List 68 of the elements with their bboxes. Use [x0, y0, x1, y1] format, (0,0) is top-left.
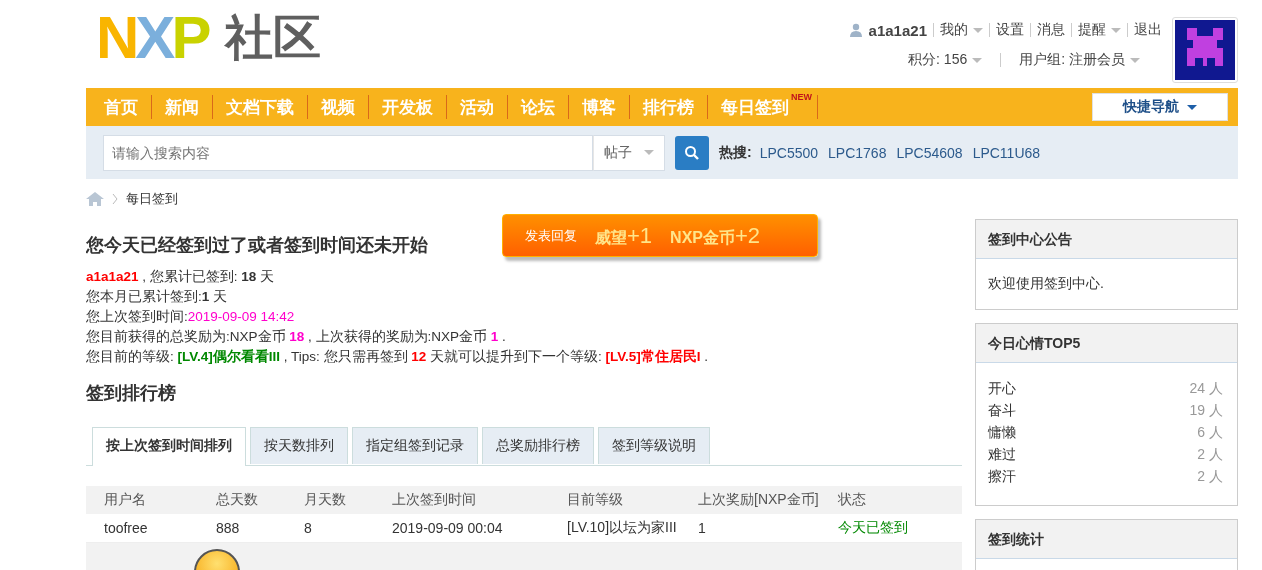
sign-in-stat-line: a1a1a21 , 您累计已签到: 18 天	[86, 268, 276, 286]
quick-nav-button[interactable]: 快捷导航	[1092, 93, 1228, 121]
hot-search-link[interactable]: LPC5500	[759, 144, 819, 161]
notice-text: 欢迎使用签到中心.	[988, 275, 1105, 293]
user-menu-link[interactable]: 提醒	[1078, 21, 1106, 39]
search-scope-dropdown[interactable]: 帖子	[593, 134, 665, 171]
card-title: 签到统计	[976, 520, 1237, 559]
home-icon[interactable]	[86, 192, 104, 206]
card-title: 签到中心公告	[976, 220, 1237, 259]
chevron-icon	[112, 193, 118, 205]
logo-text: 社区	[225, 10, 322, 66]
search-field[interactable]: 请输入搜索内容	[103, 134, 593, 171]
credits-link[interactable]: 积分: 156	[908, 51, 983, 69]
ranking-tab[interactable]: 指定组签到记录	[352, 427, 478, 464]
mood-name: 慵懒	[988, 423, 1016, 442]
table-cell: toofree	[86, 514, 216, 543]
caret-icon[interactable]	[1111, 27, 1121, 33]
table-cell: 8	[304, 514, 392, 543]
mood-count: 6 人	[1197, 423, 1223, 442]
user-menu-link[interactable]: 退出	[1134, 21, 1162, 39]
column-header: 上次签到时间	[392, 486, 567, 514]
column-header: 上次奖励[NXP金币]	[698, 486, 838, 514]
breadcrumb-current: 每日签到	[126, 190, 178, 208]
user-group-link[interactable]: 用户组: 注册会员	[1019, 51, 1140, 69]
table-cell: 2019-09-09 00:04	[392, 514, 567, 543]
mood-count: 2 人	[1197, 467, 1223, 486]
mood-count: 2 人	[1197, 445, 1223, 464]
column-header: 状态	[838, 486, 962, 514]
user-menu-link[interactable]: 消息	[1037, 21, 1065, 39]
ranking-tab[interactable]: 按天数排列	[250, 427, 348, 464]
sign-in-stat-line: 您上次签到时间:2019-09-09 14:42	[86, 308, 296, 326]
table-cell: [LV.10]以坛为家III	[567, 514, 698, 543]
mood-name: 擦汗	[988, 467, 1016, 486]
sign-in-stat-line: 您目前获得的总奖励为:NXP金币 18 , 上次获得的奖励为:NXP金币 1 .	[86, 328, 507, 346]
table-cell: 888	[216, 514, 304, 543]
sign-in-stat-line: 您本月已累计签到:1 天	[86, 288, 229, 306]
user-menu-link[interactable]: 设置	[996, 21, 1024, 39]
mood-count: 19 人	[1189, 401, 1223, 420]
search-icon	[684, 144, 700, 161]
hot-search-link[interactable]: LPC54608	[896, 144, 963, 161]
hot-search-link[interactable]: LPC1768	[828, 144, 887, 161]
user-icon	[848, 23, 863, 37]
column-header: 用户名	[86, 486, 216, 514]
ranking-tab[interactable]: 签到等级说明	[598, 427, 710, 464]
card-title: 今日心情TOP5	[976, 324, 1237, 363]
column-header: 总天数	[216, 486, 304, 514]
hot-search-label: 热搜:	[719, 143, 752, 162]
mood-name: 开心	[988, 379, 1016, 398]
mood-name: 奋斗	[988, 401, 1016, 420]
username-link[interactable]: a1a1a21	[868, 21, 927, 39]
user-menu-link[interactable]: 我的	[940, 21, 968, 39]
ranking-title: 签到排行榜	[86, 382, 177, 405]
table-cell: 1	[698, 514, 838, 543]
status-title: 您今天已经签到过了或者签到时间还未开始	[86, 234, 428, 257]
column-header: 月天数	[304, 486, 392, 514]
caret-icon[interactable]	[973, 27, 983, 33]
search-button[interactable]	[675, 135, 709, 170]
new-label: NEW	[791, 92, 812, 102]
sign-in-stat-line: 您目前的等级: [LV.4]偶尔看看III , Tips: 您只需再签到 12 天就可以提升到下一个等级: [LV.5]常住居民I .	[86, 348, 710, 366]
ranking-tab[interactable]: 总奖励排行榜	[482, 427, 594, 464]
ranking-tab[interactable]: 按上次签到时间排列	[92, 427, 246, 466]
column-header: 目前等级	[567, 486, 698, 514]
reward-popup: 发表回复 威望+1 NXP金币+2	[502, 214, 818, 257]
mood-count: 24 人	[1189, 379, 1223, 398]
mood-name: 难过	[988, 445, 1016, 464]
hot-search-link[interactable]: LPC11U68	[972, 144, 1041, 161]
table-cell: 今天已签到	[838, 514, 962, 543]
pixel-avatar-icon[interactable]	[1172, 17, 1238, 83]
